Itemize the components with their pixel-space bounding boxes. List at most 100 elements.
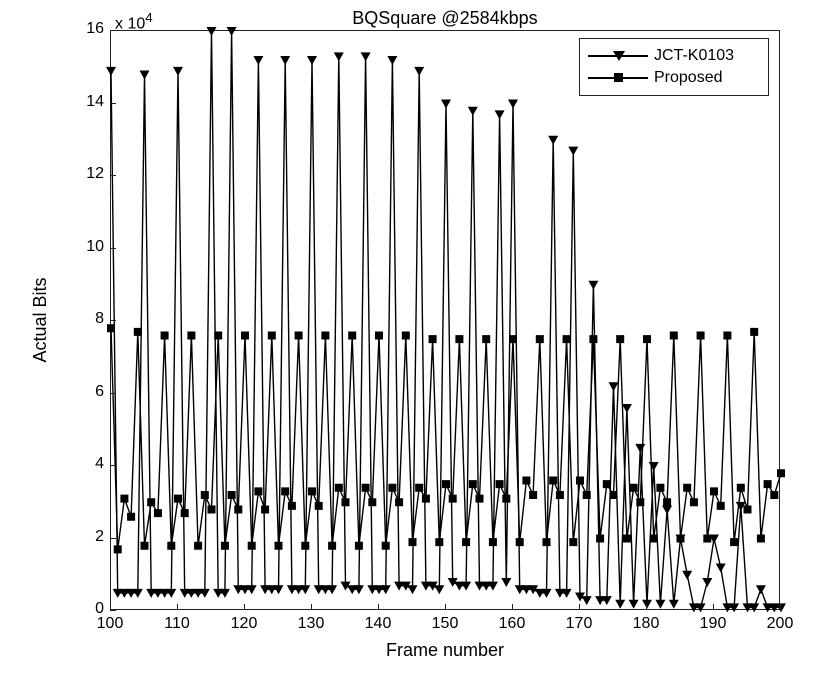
triangle-down-marker-icon	[361, 52, 371, 61]
legend-label: Proposed	[654, 69, 723, 87]
triangle-down-icon	[613, 51, 625, 61]
square-marker-icon	[382, 542, 390, 550]
triangle-down-marker-icon	[582, 596, 592, 605]
triangle-down-marker-icon	[669, 600, 679, 609]
triangle-down-marker-icon	[207, 27, 217, 36]
triangle-down-marker-icon	[609, 382, 619, 391]
legend-entry-jct: JCT-K0103	[588, 45, 760, 67]
square-marker-icon	[569, 538, 577, 546]
triangle-down-marker-icon	[702, 578, 712, 587]
square-marker-icon	[442, 480, 450, 488]
square-marker-icon	[301, 542, 309, 550]
series-line	[111, 328, 781, 549]
square-marker-icon	[402, 332, 410, 340]
square-marker-icon	[214, 332, 222, 340]
triangle-down-marker-icon	[622, 404, 632, 413]
square-marker-icon	[281, 487, 289, 495]
square-marker-icon	[342, 498, 350, 506]
square-marker-icon	[422, 495, 430, 503]
square-marker-icon	[161, 332, 169, 340]
x-tick-label: 160	[492, 615, 532, 633]
y-tick-label: 6	[34, 383, 104, 401]
square-marker-icon	[636, 498, 644, 506]
square-marker-icon	[703, 535, 711, 543]
square-marker-icon	[603, 480, 611, 488]
square-marker-icon	[469, 480, 477, 488]
x-tick-label: 170	[559, 615, 599, 633]
square-marker-icon	[127, 513, 135, 521]
square-marker-icon	[435, 538, 443, 546]
triangle-down-marker-icon	[716, 564, 726, 573]
square-marker-icon	[241, 332, 249, 340]
triangle-down-marker-icon	[588, 281, 598, 290]
square-marker-icon	[623, 535, 631, 543]
square-marker-icon	[107, 324, 115, 332]
square-marker-icon	[677, 535, 685, 543]
square-marker-icon	[194, 542, 202, 550]
triangle-down-marker-icon	[414, 67, 424, 76]
triangle-down-marker-icon	[635, 444, 645, 453]
square-marker-icon	[589, 335, 597, 343]
square-marker-icon	[362, 484, 370, 492]
square-marker-icon	[295, 332, 303, 340]
square-marker-icon	[529, 491, 537, 499]
square-marker-icon	[221, 542, 229, 550]
x-tick-mark	[244, 604, 245, 610]
x-tick-mark	[445, 604, 446, 610]
square-marker-icon	[415, 484, 423, 492]
square-marker-icon	[744, 506, 752, 514]
square-marker-icon	[670, 332, 678, 340]
y-tick-mark	[110, 248, 116, 249]
square-marker-icon	[261, 506, 269, 514]
square-marker-icon	[147, 498, 155, 506]
y-tick-mark	[110, 610, 116, 611]
square-marker-icon	[656, 484, 664, 492]
square-marker-icon	[315, 502, 323, 510]
square-marker-icon	[697, 332, 705, 340]
figure: BQSquare @2584kbps x 104 Frame number Ac…	[0, 0, 824, 683]
square-marker-icon	[355, 542, 363, 550]
x-tick-mark	[713, 604, 714, 610]
x-tick-mark	[579, 604, 580, 610]
square-marker-icon	[308, 487, 316, 495]
square-marker-icon	[476, 495, 484, 503]
triangle-down-marker-icon	[468, 107, 478, 116]
plot-area	[110, 30, 780, 610]
y-tick-label: 4	[34, 455, 104, 473]
square-marker-icon	[543, 538, 551, 546]
y-tick-label: 14	[34, 93, 104, 111]
x-axis-label: Frame number	[110, 640, 780, 661]
triangle-down-marker-icon	[434, 585, 444, 594]
x-tick-mark	[177, 604, 178, 610]
square-marker-icon	[496, 480, 504, 488]
square-marker-icon	[737, 484, 745, 492]
square-marker-icon	[201, 491, 209, 499]
x-tick-label: 200	[760, 615, 800, 633]
x-tick-label: 150	[425, 615, 465, 633]
chart-title: BQSquare @2584kbps	[110, 8, 780, 29]
triangle-down-marker-icon	[334, 52, 344, 61]
triangle-down-marker-icon	[140, 71, 150, 80]
legend-marker-jct	[588, 46, 648, 66]
square-marker-icon	[549, 477, 557, 485]
square-marker-icon	[757, 535, 765, 543]
square-marker-icon	[455, 335, 463, 343]
x-tick-mark	[311, 604, 312, 610]
y-tick-mark	[110, 30, 116, 31]
square-marker-icon	[375, 332, 383, 340]
x-tick-mark	[646, 604, 647, 610]
x-tick-label: 130	[291, 615, 331, 633]
triangle-down-marker-icon	[408, 585, 418, 594]
square-marker-icon	[167, 542, 175, 550]
square-marker-icon	[723, 332, 731, 340]
square-marker-icon	[120, 495, 128, 503]
square-marker-icon	[650, 535, 658, 543]
square-marker-icon	[502, 495, 510, 503]
triangle-down-marker-icon	[629, 600, 639, 609]
square-marker-icon	[335, 484, 343, 492]
square-marker-icon	[489, 538, 497, 546]
square-marker-icon	[114, 545, 122, 553]
square-marker-icon	[610, 491, 618, 499]
square-marker-icon	[462, 538, 470, 546]
triangle-down-marker-icon	[756, 585, 766, 594]
